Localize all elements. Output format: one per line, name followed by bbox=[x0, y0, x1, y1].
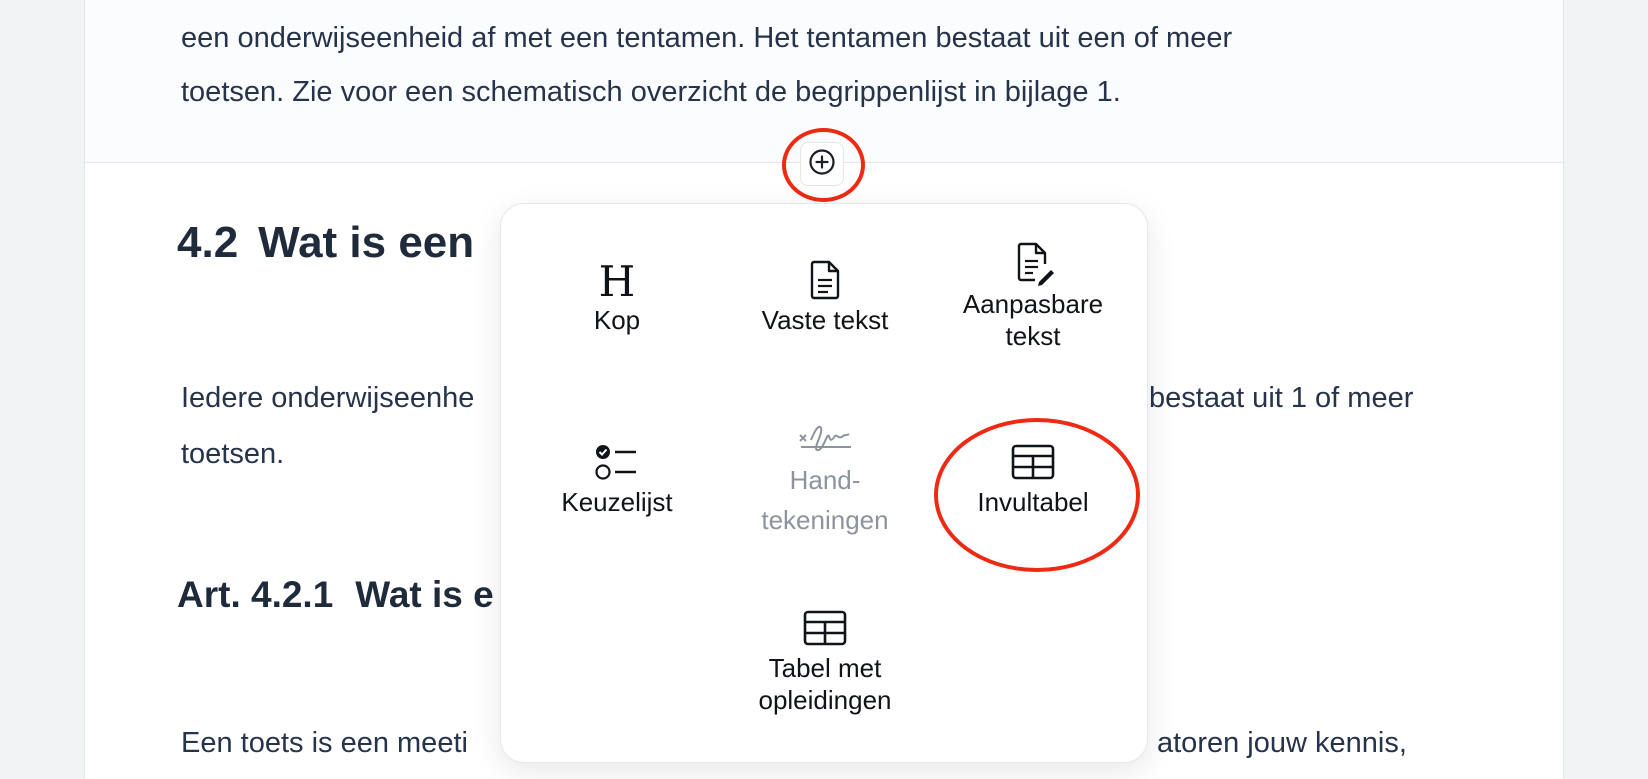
menu-item-label: Vaste tekst bbox=[761, 305, 889, 335]
menu-item-invultabel[interactable]: Invultabel bbox=[933, 438, 1133, 518]
heading-icon: H bbox=[593, 256, 641, 304]
article-number: Art. 4.2.1 bbox=[177, 574, 334, 615]
section-heading: 4.2 Wat is een bbox=[177, 218, 474, 268]
table-icon bbox=[801, 604, 849, 652]
section-number: 4.2 bbox=[177, 218, 239, 267]
menu-item-handtekeningen: Hand- tekeningen bbox=[725, 412, 925, 540]
intro-block[interactable]: een onderwijseenheid af met een tentamen… bbox=[85, 0, 1563, 163]
article-title: Wat is e bbox=[355, 574, 494, 615]
document-icon bbox=[801, 256, 849, 304]
menu-item-label: Tabel met opleidingen bbox=[758, 653, 892, 715]
article-para-right: atoren jouw kennis, bbox=[1157, 727, 1407, 759]
table-icon bbox=[1009, 438, 1057, 486]
signature-icon bbox=[797, 412, 853, 460]
menu-item-keuzelijst[interactable]: Keuzelijst bbox=[517, 438, 717, 518]
plus-circle-icon bbox=[808, 148, 836, 181]
menu-item-tabel-met-opleidingen[interactable]: Tabel met opleidingen bbox=[725, 604, 925, 716]
menu-item-label: Keuzelijst bbox=[561, 487, 673, 517]
section-para-line-1-left: Iedere onderwijseenhe bbox=[181, 382, 475, 414]
menu-item-label: Aanpasbare tekst bbox=[962, 289, 1104, 351]
document-edit-icon bbox=[1009, 240, 1057, 288]
article-para-left: Een toets is een meeti bbox=[181, 727, 468, 759]
article-heading: Art. 4.2.1 Wat is e bbox=[177, 574, 494, 616]
checklist-icon bbox=[593, 438, 641, 486]
menu-item-label: Kop bbox=[593, 305, 641, 335]
menu-item-kop[interactable]: H Kop bbox=[517, 256, 717, 336]
add-block-button[interactable] bbox=[800, 142, 844, 186]
section-title: Wat is een bbox=[258, 218, 475, 267]
section-para-line-2: toetsen. bbox=[181, 438, 285, 470]
svg-text:H: H bbox=[599, 258, 636, 302]
section-para-line-1-right: bestaat uit 1 of meer bbox=[1149, 382, 1414, 414]
menu-item-aanpasbare-tekst[interactable]: Aanpasbare tekst bbox=[933, 240, 1133, 352]
insert-block-menu: H Kop Vaste tekst Aanpasbare tekst Keuze… bbox=[500, 203, 1148, 763]
menu-item-label: Hand- tekeningen bbox=[761, 465, 889, 535]
intro-line-1: een onderwijseenheid af met een tentamen… bbox=[181, 22, 1233, 54]
menu-item-vaste-tekst[interactable]: Vaste tekst bbox=[725, 256, 925, 336]
menu-item-label: Invultabel bbox=[977, 487, 1089, 517]
intro-line-2: toetsen. Zie voor een schematisch overzi… bbox=[181, 76, 1121, 108]
